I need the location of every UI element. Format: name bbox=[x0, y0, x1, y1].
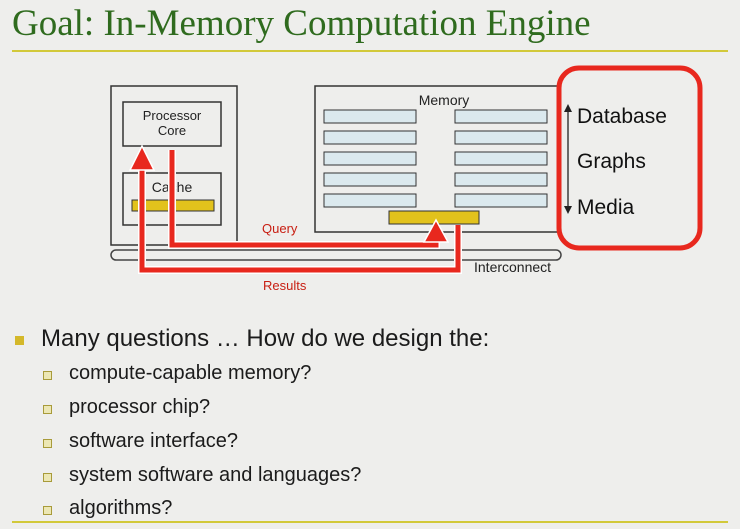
sub-bullet-marker bbox=[43, 473, 52, 482]
results-label: Results bbox=[263, 278, 307, 293]
sub-bullet-text: algorithms? bbox=[69, 497, 173, 519]
sub-bullet-text: processor chip? bbox=[69, 396, 211, 418]
sub-bullet-marker bbox=[43, 405, 52, 414]
memory-row bbox=[454, 193, 548, 208]
memory-row bbox=[323, 130, 417, 145]
sub-bullet-marker bbox=[43, 371, 52, 380]
query-label: Query bbox=[262, 221, 298, 236]
data-type-media: Media bbox=[577, 196, 635, 219]
bottom-rule bbox=[12, 521, 728, 523]
memory-row bbox=[323, 172, 417, 187]
main-bullet-marker bbox=[15, 336, 24, 345]
sub-bullet-text: software interface? bbox=[69, 430, 238, 452]
sub-bullet-marker bbox=[43, 506, 52, 515]
sub-bullet-text: system software and languages? bbox=[69, 464, 362, 486]
memory-row bbox=[454, 109, 548, 124]
arrow-up-head bbox=[564, 104, 572, 112]
data-type-database: Database bbox=[577, 105, 667, 128]
memory-label: Memory bbox=[419, 92, 470, 108]
data-type-graphs: Graphs bbox=[577, 150, 646, 173]
arrow-down-head bbox=[564, 206, 572, 214]
memory-row bbox=[454, 130, 548, 145]
memory-compute-unit bbox=[388, 210, 480, 225]
results-arrowhead bbox=[128, 144, 156, 171]
memory-row bbox=[323, 151, 417, 166]
memory-rows-left bbox=[323, 109, 417, 208]
sub-bullet-marker bbox=[43, 439, 52, 448]
memory-row bbox=[454, 151, 548, 166]
system-diagram: Processor Core Cache Memory Interconnect… bbox=[110, 65, 703, 293]
memory-row bbox=[323, 193, 417, 208]
memory-row bbox=[454, 172, 548, 187]
memory-rows-right bbox=[454, 109, 548, 208]
sub-bullet-text: compute-capable memory? bbox=[69, 362, 312, 384]
interconnect-label: Interconnect bbox=[474, 259, 551, 275]
memory-row bbox=[323, 109, 417, 124]
processor-core-label-line2: Core bbox=[158, 123, 186, 138]
main-bullet-text: Many questions … How do we design the: bbox=[41, 325, 490, 352]
processor-core-label-line1: Processor bbox=[143, 108, 202, 123]
